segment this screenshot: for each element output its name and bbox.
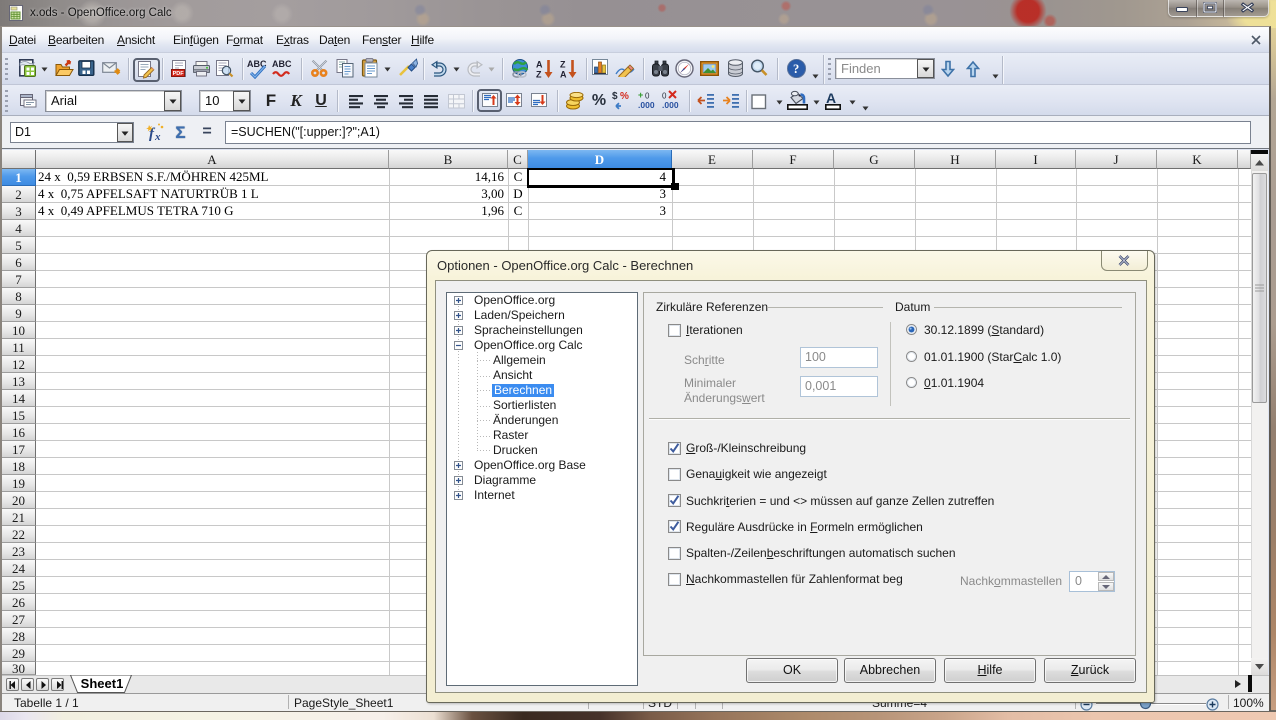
svg-text:A: A [536, 60, 543, 70]
svg-text:x: x [154, 131, 161, 142]
svg-text:Z: Z [536, 70, 542, 80]
svg-text:.000: .000 [662, 100, 679, 110]
svg-text:%: % [620, 91, 629, 102]
svg-text:.000: .000 [638, 100, 655, 110]
svg-text:A: A [560, 70, 567, 80]
svg-text:ABC: ABC [272, 59, 292, 69]
svg-text:?: ? [793, 62, 799, 76]
svg-text:$: $ [612, 91, 618, 102]
svg-text:Z: Z [560, 60, 566, 70]
svg-text:+: + [638, 90, 643, 100]
svg-text:PDF: PDF [173, 71, 185, 77]
svg-text:A: A [826, 90, 836, 106]
